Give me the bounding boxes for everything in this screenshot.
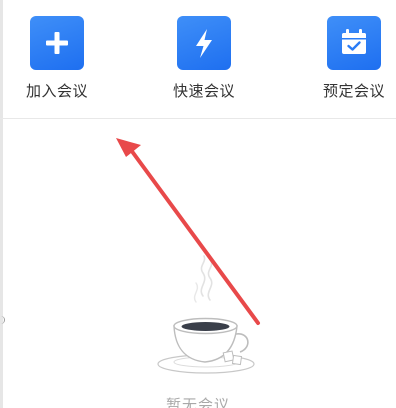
meetings-page: 加入会议 快速会议 预定会议 暂无会议 [0,0,396,408]
empty-state-text: 暂无会议 [165,396,230,408]
red-pointer-arrow-icon [116,138,260,325]
